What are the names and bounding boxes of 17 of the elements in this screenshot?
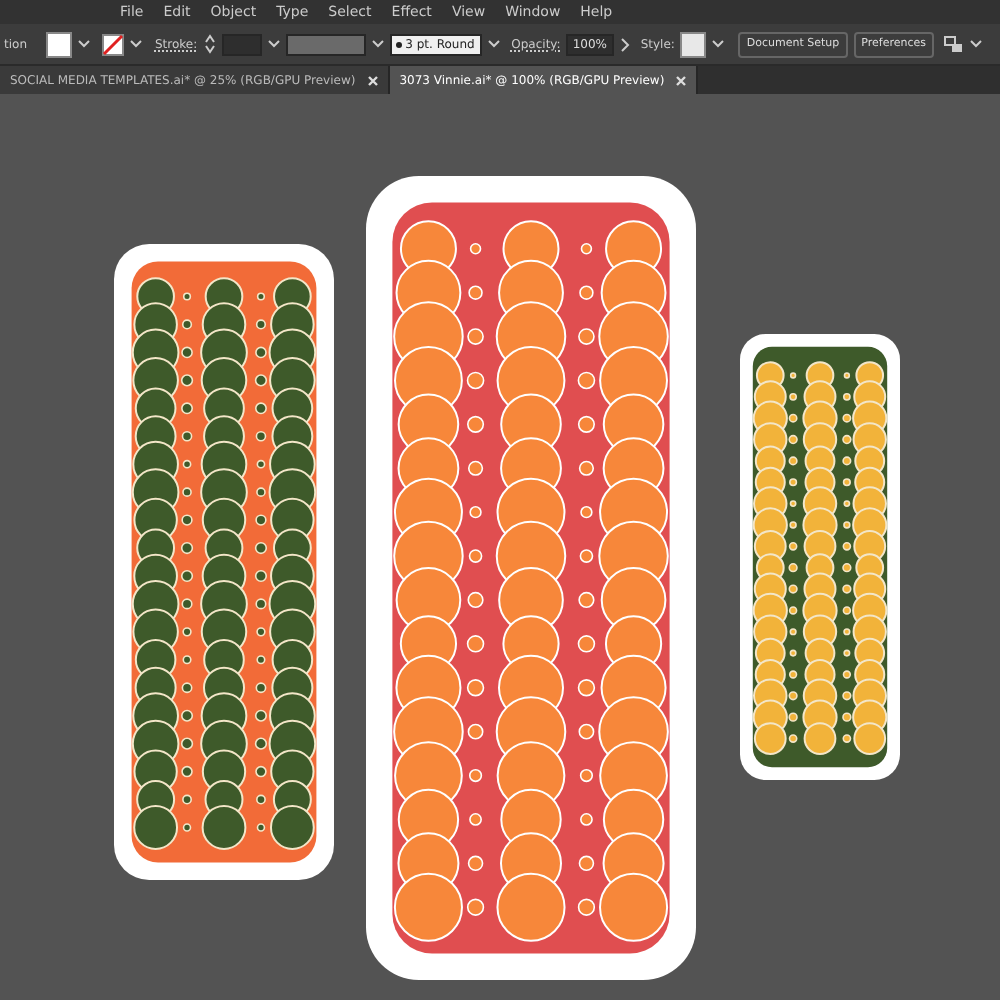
caret-icon[interactable] bbox=[712, 40, 725, 48]
caret-icon[interactable] bbox=[77, 40, 89, 48]
dot-icon bbox=[395, 41, 402, 47]
arrange-icon[interactable] bbox=[944, 35, 965, 53]
style-swatch[interactable] bbox=[680, 31, 707, 57]
caret-icon[interactable] bbox=[970, 40, 983, 48]
close-icon[interactable] bbox=[676, 75, 687, 85]
caret-icon[interactable] bbox=[267, 40, 280, 48]
variable-width-field[interactable] bbox=[285, 33, 366, 55]
caret-icon[interactable] bbox=[487, 40, 500, 48]
fill-swatch[interactable] bbox=[45, 31, 71, 57]
caret-icon[interactable] bbox=[129, 40, 141, 48]
no-stroke-swatch-icon[interactable] bbox=[101, 33, 123, 55]
spinner-icon[interactable] bbox=[203, 34, 216, 54]
chevron-right-icon[interactable] bbox=[620, 37, 631, 51]
caret-icon[interactable] bbox=[371, 40, 384, 48]
close-icon[interactable] bbox=[367, 75, 378, 85]
